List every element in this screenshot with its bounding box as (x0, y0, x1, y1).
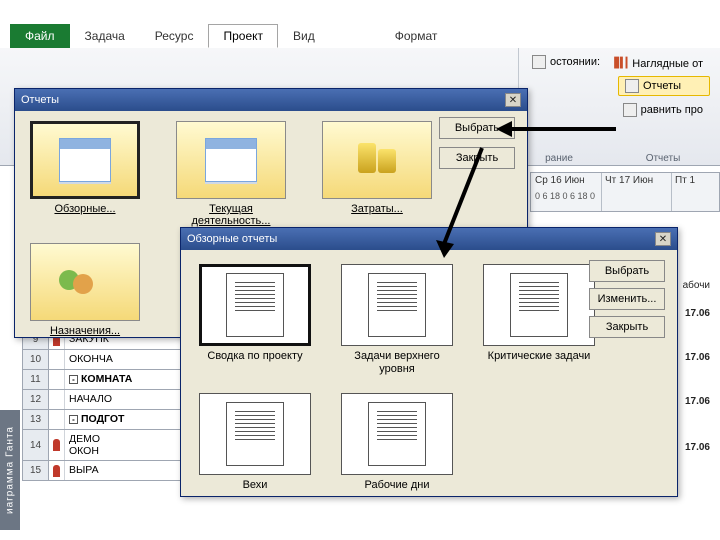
select-button[interactable]: Выбрать (439, 117, 515, 139)
document-icon (368, 402, 426, 466)
overview-reports-dialog: Обзорные отчеты ✕ Сводка по проекту Зада… (180, 227, 678, 497)
timeline-hours: 0 6 18 0 6 18 0 (535, 191, 595, 201)
report-milestones[interactable]: Вехи (195, 393, 315, 492)
reports-button[interactable]: Отчеты (618, 76, 710, 96)
select-button[interactable]: Выбрать (589, 260, 665, 282)
report-top-level-tasks[interactable]: Задачи верхнего уровня (337, 264, 457, 375)
close-button[interactable]: Закрыть (589, 316, 665, 338)
edit-button[interactable]: Изменить... (589, 288, 665, 310)
person-icon (53, 465, 60, 477)
document-icon (510, 273, 568, 337)
close-icon[interactable]: ✕ (505, 93, 521, 107)
tab-project[interactable]: Проект (208, 24, 278, 48)
person-icon (53, 439, 60, 451)
close-icon[interactable]: ✕ (655, 232, 671, 246)
compare-icon (623, 103, 637, 117)
report-project-summary[interactable]: Сводка по проекту (195, 264, 315, 375)
timeline-header: Ср 16 Июн Чт 17 Июн Пт 1 0 6 18 0 6 18 0 (530, 172, 720, 212)
tab-format[interactable]: Формат (380, 24, 453, 48)
calendar-search-icon (205, 138, 257, 182)
timeline-day: Ср 16 Июн (535, 175, 585, 186)
tab-file[interactable]: Файл (10, 24, 70, 48)
report-icon (625, 79, 639, 93)
timeline-day: Пт 1 (675, 175, 695, 186)
dialog-titlebar[interactable]: Отчеты ✕ (15, 89, 527, 111)
people-icon (57, 260, 113, 304)
report-critical-tasks[interactable]: Критические задачи (479, 264, 599, 375)
collapse-icon[interactable]: - (69, 375, 78, 384)
report-costs[interactable]: Затраты... (317, 121, 437, 227)
timeline-day: Чт 17 Июн (605, 175, 653, 186)
bar-chart-icon (614, 57, 628, 71)
close-button[interactable]: Закрыть (439, 147, 515, 169)
tab-resource[interactable]: Ресурс (140, 24, 209, 48)
ribbon-group-label-2: рание (529, 153, 589, 164)
ribbon-tabs: Файл Задача Ресурс Проект Вид Формат (10, 24, 452, 48)
visual-reports-button[interactable]: Наглядные от (607, 54, 710, 74)
document-icon (226, 402, 284, 466)
tab-view[interactable]: Вид (278, 24, 330, 48)
compare-projects-button[interactable]: равнить про (616, 100, 710, 120)
dialog-title: Отчеты (21, 94, 59, 106)
report-current-activity[interactable]: Текущая деятельность... (171, 121, 291, 227)
document-icon (226, 273, 284, 337)
gantt-chart-label: иаграмма Ганта (0, 410, 20, 530)
tab-task[interactable]: Задача (70, 24, 140, 48)
dialog-titlebar[interactable]: Обзорные отчеты ✕ (181, 228, 677, 250)
dialog-title: Обзорные отчеты (187, 233, 277, 245)
collapse-icon[interactable]: - (69, 415, 78, 424)
document-icon (368, 273, 426, 337)
report-working-days[interactable]: Рабочие дни (337, 393, 457, 492)
coins-icon (354, 139, 400, 181)
ribbon-group-reports: остоянии: Наглядные от Отчеты равнить пр… (518, 48, 718, 166)
report-assignments[interactable]: Назначения... (25, 243, 145, 337)
calendar-icon (59, 138, 111, 182)
report-overview[interactable]: Обзорные... (25, 121, 145, 227)
calendar-icon (532, 55, 546, 69)
ribbon-group-label: Отчеты (618, 153, 708, 164)
